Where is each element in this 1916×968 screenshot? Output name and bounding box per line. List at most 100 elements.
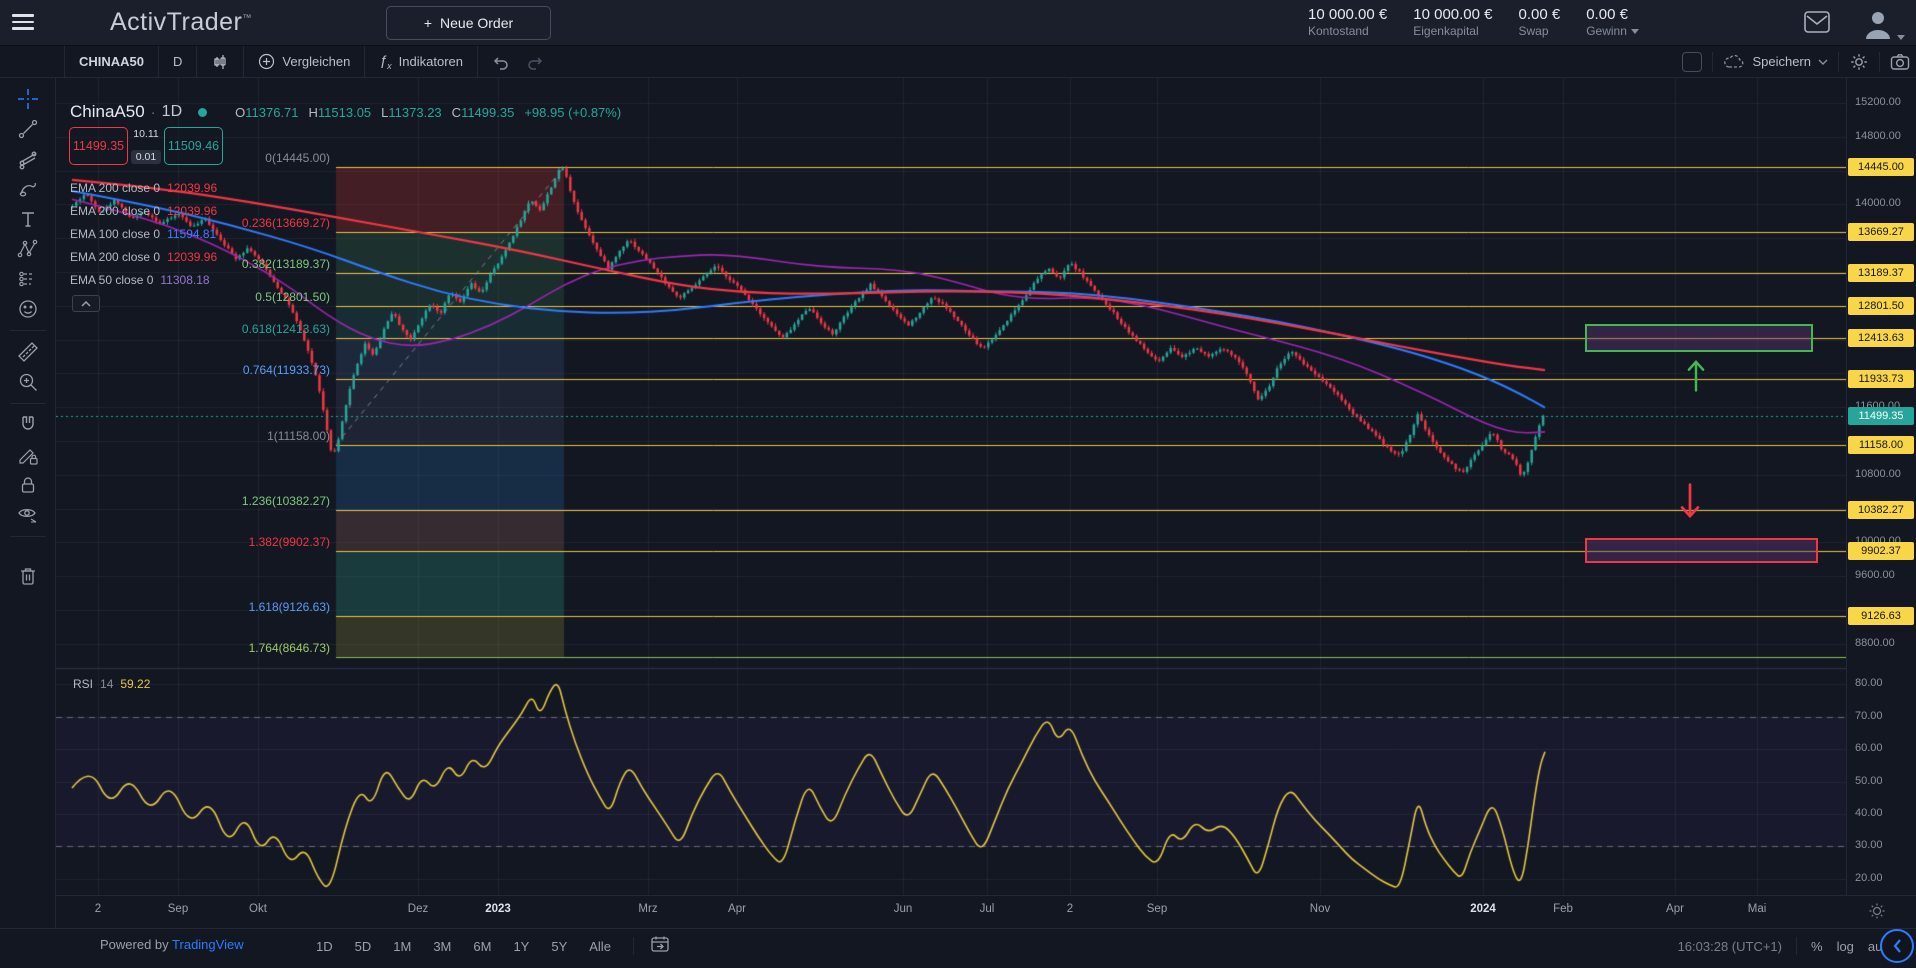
axis-settings-icon[interactable]	[1868, 902, 1886, 925]
level-price-badge: 13669.27	[1848, 223, 1914, 241]
text-tool[interactable]	[0, 204, 56, 234]
indicator-value: 12039.96	[167, 181, 217, 195]
multichart-checkbox[interactable]	[1682, 52, 1702, 72]
new-order-button[interactable]: +Neue Order	[386, 6, 551, 40]
spread-info: 10.11 0.01	[128, 127, 164, 165]
save-layout-button[interactable]: Speichern	[1723, 54, 1828, 69]
indicator-row[interactable]: EMA 100 close 011594.81	[70, 222, 217, 245]
goto-date-icon[interactable]	[650, 935, 670, 958]
range-1d[interactable]: 1D	[310, 936, 339, 957]
price-chart-canvas[interactable]	[56, 78, 1846, 895]
chart-style-button[interactable]	[197, 46, 244, 77]
pane-divider[interactable]	[56, 668, 1916, 669]
symbol-header: ChinaA50 · 1D O11376.71 H11513.05 L11373…	[70, 102, 621, 122]
time-label: 2	[1067, 903, 1073, 915]
down-arrow-drawing[interactable]	[1675, 483, 1705, 519]
up-arrow-drawing[interactable]	[1681, 359, 1711, 392]
lock-all-tool[interactable]	[0, 470, 56, 500]
forecast-tool[interactable]	[0, 264, 56, 294]
time-label: Sep	[1147, 903, 1167, 915]
undo-icon	[492, 54, 510, 70]
fx-icon: ƒx	[379, 52, 391, 71]
indicator-row[interactable]: EMA 200 close 012039.96	[70, 245, 217, 268]
candles-icon	[211, 53, 229, 71]
drawing-toolbar	[0, 78, 56, 928]
hide-all-tool[interactable]	[0, 500, 56, 530]
time-label: Mrz	[638, 903, 657, 915]
tradingview-link[interactable]: TradingView	[172, 937, 244, 952]
collapse-indicators-button[interactable]	[72, 295, 100, 312]
fib-tools-tool[interactable]	[0, 144, 56, 174]
price-axis[interactable]: 15200.0014800.0014000.0011600.0010800.00…	[1846, 78, 1916, 895]
account-value: 10 000.00 €	[1308, 6, 1387, 24]
mail-icon[interactable]	[1802, 10, 1832, 36]
price-grid-label: 10800.00	[1855, 468, 1901, 480]
ruler-tool[interactable]	[0, 337, 56, 367]
indicators-button[interactable]: ƒx Indikatoren	[365, 46, 478, 77]
xabcd-pattern-tool[interactable]	[0, 234, 56, 264]
range-5y[interactable]: 5Y	[545, 936, 573, 957]
indicator-row[interactable]: EMA 50 close 011308.18	[70, 268, 217, 291]
range-1m[interactable]: 1M	[387, 936, 417, 957]
range-3m[interactable]: 3M	[427, 936, 457, 957]
range-1y[interactable]: 1Y	[507, 936, 535, 957]
user-menu[interactable]	[1862, 7, 1905, 44]
redo-button[interactable]	[524, 46, 558, 77]
symbol-name[interactable]: ChinaA50	[70, 102, 145, 122]
change-value: +98.95 (+0.87%)	[524, 105, 621, 120]
account-label: Swap	[1519, 24, 1561, 39]
price-grid-label: 14000.00	[1855, 197, 1901, 209]
indicator-row[interactable]: EMA 200 close 012039.96	[70, 176, 217, 199]
chevron-left-icon	[1892, 938, 1903, 954]
interval-button[interactable]: D	[159, 46, 197, 77]
chevron-up-icon	[81, 301, 91, 307]
zoom-in-tool[interactable]	[0, 367, 56, 397]
screenshot-button[interactable]	[1890, 53, 1910, 71]
long-zone-rectangle[interactable]	[1585, 324, 1813, 352]
emoji-tool[interactable]	[0, 294, 56, 324]
level-price-badge: 12801.50	[1848, 297, 1914, 315]
time-label: Jun	[894, 903, 913, 915]
account-label: Kontostand	[1308, 24, 1387, 39]
short-zone-rectangle[interactable]	[1585, 538, 1818, 563]
price-grid-label: 8800.00	[1855, 637, 1895, 649]
trend-line-tool[interactable]	[0, 114, 56, 144]
menu-icon[interactable]	[12, 14, 34, 31]
sell-button[interactable]: 11499.35	[69, 127, 128, 165]
range-6m[interactable]: 6M	[467, 936, 497, 957]
symbol-button[interactable]: CHINAA50	[64, 46, 159, 77]
range-alle[interactable]: Alle	[583, 936, 617, 957]
undo-button[interactable]	[478, 46, 524, 77]
account-gewinn[interactable]: 0.00 €Gewinn	[1586, 6, 1639, 39]
time-label: Dez	[408, 903, 428, 915]
trash-tool[interactable]	[0, 561, 56, 591]
collapse-sidebar-fab[interactable]	[1880, 929, 1914, 963]
compare-button[interactable]: Vergleichen	[244, 46, 365, 77]
account-value: 10 000.00 €	[1413, 6, 1492, 24]
rsi-grid-label: 20.00	[1855, 872, 1883, 884]
percent-scale-button[interactable]: %	[1811, 939, 1823, 954]
magnet-tool[interactable]	[0, 410, 56, 440]
range-5d[interactable]: 5D	[349, 936, 378, 957]
account-kontostand: 10 000.00 €Kontostand	[1308, 6, 1387, 39]
brush-tool[interactable]	[0, 174, 56, 204]
time-label: Apr	[1666, 903, 1684, 915]
chart-settings-button[interactable]	[1849, 52, 1869, 72]
crosshair-tool[interactable]	[0, 84, 56, 114]
plus-circle-icon	[258, 53, 275, 70]
draw-lock-tool[interactable]	[0, 440, 56, 470]
chevron-down-icon	[1897, 35, 1905, 40]
rsi-grid-label: 80.00	[1855, 677, 1883, 689]
indicator-row[interactable]: EMA 200 close 012039.96	[70, 199, 217, 222]
chart-toolbar: CHINAA50 D Vergleichen ƒx Indikatoren	[0, 46, 1916, 78]
buy-button[interactable]: 11509.46	[164, 127, 223, 165]
level-price-badge: 11933.73	[1848, 370, 1914, 388]
clock: 16:03:28 (UTC+1)	[1678, 939, 1782, 954]
time-axis[interactable]: 2SepOktDez2023MrzAprJunJul2SepNov2024Feb…	[56, 895, 1916, 928]
level-price-badge: 10382.27	[1848, 501, 1914, 519]
log-scale-button[interactable]: log	[1837, 939, 1854, 954]
activtrader-window: ActivTrader™ +Neue Order 10 000.00 €Kont…	[0, 0, 1916, 968]
spread-value: 0.01	[131, 150, 161, 164]
powered-by: Powered by TradingView	[100, 937, 244, 952]
time-label: 2024	[1470, 903, 1496, 915]
